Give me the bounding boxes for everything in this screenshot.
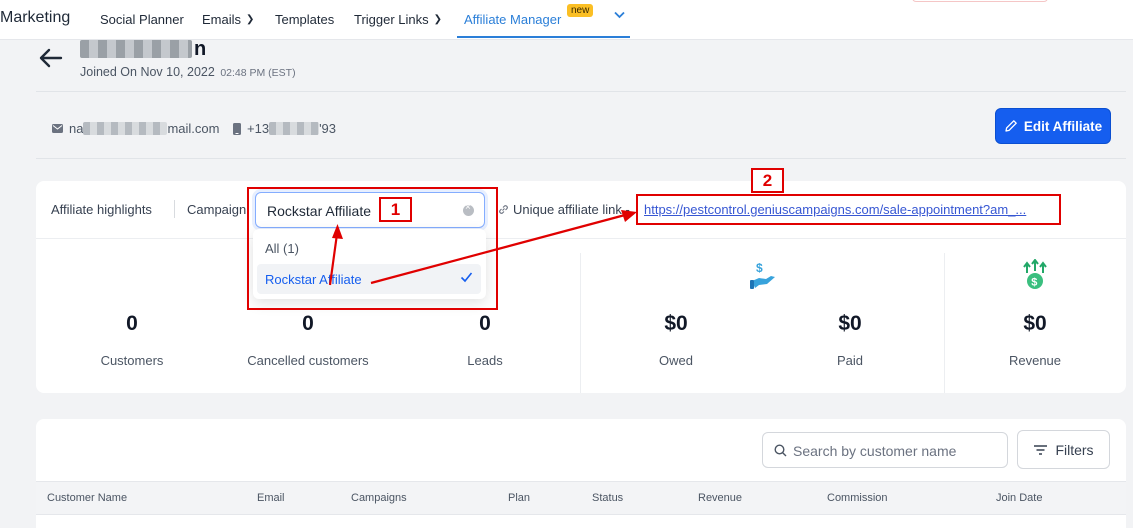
new-badge: new: [567, 4, 594, 17]
email-prefix: na: [69, 121, 84, 136]
stat-cancelled-customers: 0 Cancelled customers: [213, 312, 403, 368]
column-commission[interactable]: Commission: [827, 492, 888, 504]
active-tab-underline: [457, 36, 630, 38]
nav-templates-label: Templates: [275, 12, 335, 27]
unique-link-text: Unique affiliate link -: [513, 202, 630, 217]
stat-value: 0: [126, 312, 138, 335]
separator: [174, 200, 175, 218]
nav-templates[interactable]: Templates: [275, 12, 334, 27]
phone-icon: [233, 122, 241, 135]
edit-affiliate-label: Edit Affiliate: [1023, 118, 1103, 134]
top-right-stub: [912, 0, 1048, 2]
nav-trigger-links-label: Trigger Links: [354, 12, 429, 27]
back-arrow-icon[interactable]: [37, 44, 65, 72]
redacted-email: [83, 122, 168, 135]
stat-leads: 0 Leads: [390, 312, 580, 368]
stat-revenue: $0 Revenue: [940, 312, 1130, 368]
annotation-label-1: 1: [379, 197, 412, 222]
nav-affiliate-manager[interactable]: Affiliate Manager: [464, 12, 561, 27]
money-hand-icon: $: [750, 261, 778, 296]
chevron-down-icon: ❯: [433, 14, 443, 25]
pencil-icon: [1005, 120, 1017, 132]
search-placeholder: Search by customer name: [793, 443, 957, 459]
redacted-name: [80, 40, 192, 58]
unique-link-label: Unique affiliate link -: [498, 202, 630, 217]
stat-value: 0: [302, 312, 314, 335]
svg-text:$: $: [756, 261, 763, 275]
customers-table-card: Search by customer name Filters Customer…: [36, 419, 1126, 528]
edit-affiliate-button[interactable]: Edit Affiliate: [995, 108, 1111, 144]
joined-time: 02:48 PM (EST): [220, 67, 296, 79]
nav-social-planner-label: Social Planner: [100, 12, 184, 27]
campaign-label: Campaign: [187, 202, 247, 217]
column-campaigns[interactable]: Campaigns: [351, 492, 407, 504]
nav-affiliate-manager-label: Affiliate Manager: [464, 12, 562, 27]
chevron-down-icon[interactable]: [614, 10, 625, 22]
affiliate-name: n: [80, 37, 206, 61]
phone-suffix: '93: [319, 121, 337, 136]
app-brand: Marketing: [0, 9, 71, 26]
name-visible-part: n: [194, 37, 207, 60]
filter-lines-icon: [1034, 444, 1048, 455]
link-icon: [499, 205, 508, 214]
annotation-label-2: 2: [751, 168, 784, 193]
phone-prefix: +13: [247, 121, 270, 136]
stat-label: Paid: [836, 353, 864, 368]
top-navigation: Marketing Social Planner Emails ❯ Templat…: [0, 0, 1133, 40]
highlights-title: Affiliate highlights: [51, 202, 152, 217]
stat-paid: $0 Paid: [755, 312, 945, 368]
contact-email: na mail.com: [52, 121, 219, 136]
stat-value: $0: [664, 312, 688, 335]
divider: [36, 158, 1126, 159]
redacted-phone: [269, 122, 320, 135]
stat-label: Owed: [659, 353, 693, 368]
stat-label: Leads: [467, 353, 503, 368]
table-header: Customer Name Email Campaigns Plan Statu…: [36, 481, 1126, 515]
divider: [36, 91, 1126, 92]
nav-emails-label: Emails: [202, 12, 242, 27]
column-plan[interactable]: Plan: [508, 492, 530, 504]
column-revenue[interactable]: Revenue: [698, 492, 742, 504]
filters-button[interactable]: Filters: [1017, 430, 1110, 469]
stat-value: $0: [1023, 312, 1047, 335]
nav-emails[interactable]: Emails ❯: [202, 12, 254, 27]
mail-icon: [52, 124, 63, 133]
stat-label: Cancelled customers: [247, 353, 369, 368]
column-customer-name[interactable]: Customer Name: [47, 492, 127, 504]
filters-label: Filters: [1055, 441, 1094, 458]
contact-phone: +13 '93: [233, 121, 336, 136]
chevron-down-icon: ❯: [246, 14, 255, 25]
joined-date: Joined On Nov 10, 2022 02:48 PM (EST): [80, 65, 296, 79]
svg-text:$: $: [1031, 277, 1037, 289]
stat-customers: 0 Customers: [37, 312, 227, 368]
column-email[interactable]: Email: [257, 492, 285, 504]
search-icon: [774, 444, 787, 457]
stat-label: Customers: [100, 353, 164, 368]
joined-label: Joined On Nov 10, 2022: [80, 65, 215, 79]
email-suffix: mail.com: [167, 121, 220, 136]
stat-owed: $0 Owed: [581, 312, 771, 368]
annotation-box-2: [636, 194, 1061, 225]
column-status[interactable]: Status: [592, 492, 623, 504]
column-join-date[interactable]: Join Date: [996, 492, 1042, 504]
stat-value: $0: [838, 312, 862, 335]
nav-trigger-links[interactable]: Trigger Links ❯: [354, 12, 442, 27]
stat-label: Revenue: [1008, 353, 1062, 368]
search-input[interactable]: Search by customer name: [762, 432, 1008, 468]
nav-social-planner[interactable]: Social Planner: [100, 12, 184, 27]
stat-value: 0: [479, 312, 491, 335]
annotation-box-1: [247, 187, 498, 310]
money-growth-icon: $: [1022, 258, 1048, 296]
